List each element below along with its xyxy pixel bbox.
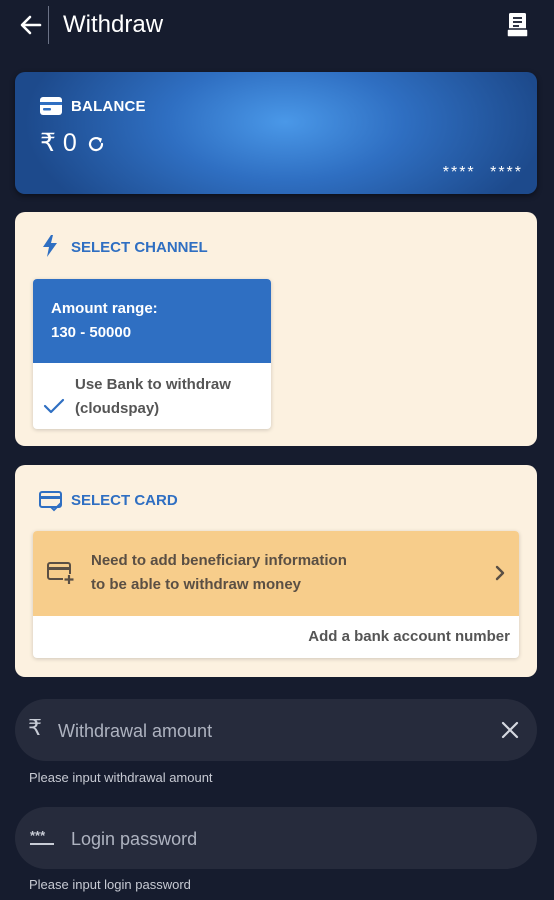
channel-name-line1: Use Bank to withdraw	[75, 376, 231, 393]
withdrawal-amount-field: ₹	[15, 699, 537, 761]
channel-panel: SELECT CHANNEL Amount range: 130 - 50000…	[15, 212, 537, 446]
amount-range-label: Amount range:	[51, 300, 158, 317]
top-bar: Withdraw	[0, 0, 554, 52]
credit-card-check-icon	[39, 491, 62, 512]
add-beneficiary-button[interactable]: Need to add beneficiary information to b…	[33, 531, 519, 616]
wallet-icon	[40, 97, 62, 115]
lightning-icon	[43, 235, 57, 257]
withdrawal-amount-input[interactable]	[56, 713, 490, 749]
checkmark-icon	[43, 398, 65, 414]
add-card-icon	[47, 562, 75, 585]
balance-label: BALANCE	[71, 98, 146, 115]
close-icon[interactable]	[501, 721, 519, 739]
amount-range-value: 130 - 50000	[51, 324, 132, 341]
page-title: Withdraw	[63, 11, 164, 38]
beneficiary-box: Need to add beneficiary information to b…	[33, 531, 519, 658]
beneficiary-notice-line1: Need to add beneficiary information	[91, 552, 347, 569]
section-title-card: SELECT CARD	[71, 492, 178, 509]
channel-name-line2: (cloudspay)	[75, 400, 160, 417]
channel-option-bank[interactable]: Amount range: 130 - 50000 Use Bank to wi…	[33, 279, 271, 429]
password-hint: Please input login password	[29, 877, 191, 892]
svg-text:***: ***	[30, 829, 46, 843]
balance-amount: ₹ 0	[40, 129, 77, 157]
chevron-right-icon	[495, 565, 505, 581]
login-password-field: ***	[15, 807, 537, 869]
receipt-icon[interactable]	[505, 11, 531, 39]
card-number-mask: **** ****	[442, 164, 523, 181]
rupee-icon: ₹	[28, 715, 42, 740]
balance-card: BALANCE ₹ 0 **** ****	[15, 72, 537, 194]
header-divider	[48, 6, 49, 44]
login-password-input[interactable]	[69, 821, 513, 857]
password-icon: ***	[30, 829, 54, 845]
amount-hint: Please input withdrawal amount	[29, 770, 213, 785]
channel-range-header: Amount range: 130 - 50000	[33, 279, 271, 363]
add-bank-account-link[interactable]: Add a bank account number	[308, 628, 510, 645]
section-title-channel: SELECT CHANNEL	[71, 239, 208, 256]
card-panel: SELECT CARD Need to add beneficiary info…	[15, 465, 537, 677]
refresh-icon[interactable]	[86, 134, 106, 154]
arrow-left-icon[interactable]	[16, 10, 46, 40]
beneficiary-notice-line2: to be able to withdraw money	[91, 576, 302, 593]
